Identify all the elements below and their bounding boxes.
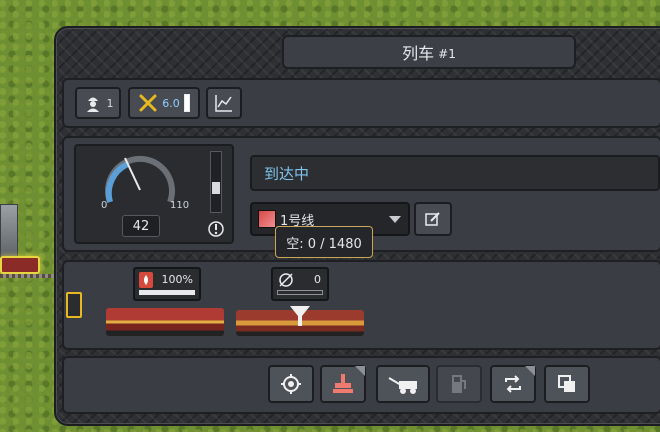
fuel-pump-icon xyxy=(452,375,466,393)
copy-icon xyxy=(558,375,575,392)
chart-icon xyxy=(215,95,232,112)
reverse-icon xyxy=(505,375,521,393)
vehicle-list-toggle[interactable] xyxy=(66,292,82,318)
reverse-button[interactable] xyxy=(490,365,536,403)
locate-button[interactable] xyxy=(268,365,314,403)
target-icon xyxy=(281,374,301,394)
wagon-load: 0 xyxy=(314,273,321,286)
emergency-brake-button[interactable] xyxy=(205,218,227,240)
load-bar xyxy=(277,290,323,295)
passengers-count: 1 xyxy=(106,96,114,110)
passengers-button[interactable]: 1 xyxy=(75,87,121,119)
locomotive-label: 100% xyxy=(133,267,201,301)
throttle-handle[interactable] xyxy=(212,182,220,194)
wagon-label: 0 xyxy=(271,267,329,301)
fire-icon xyxy=(139,272,153,288)
chevron-down-icon xyxy=(389,216,401,223)
paint-icon xyxy=(333,374,353,393)
unload-funnel-icon xyxy=(290,306,310,326)
clone-button[interactable] xyxy=(544,365,590,403)
statistics-button[interactable] xyxy=(206,87,242,119)
warning-icon xyxy=(208,221,224,237)
worker-icon xyxy=(86,97,99,112)
gauge-min-label: 0 xyxy=(101,200,108,211)
wrench-icon xyxy=(139,94,157,112)
edit-line-button[interactable] xyxy=(414,202,452,236)
window-title-bar[interactable]: 列车 #1 xyxy=(282,35,576,69)
empty-icon xyxy=(279,273,293,287)
capacity-tooltip: 空: 0 / 1480 xyxy=(275,226,373,258)
fuel-bar xyxy=(139,290,195,295)
tow-truck-icon xyxy=(388,377,417,394)
condition-button[interactable]: 6.0 xyxy=(128,87,200,119)
send-to-depot-button[interactable] xyxy=(376,365,430,403)
throttle-slider[interactable] xyxy=(210,151,222,213)
window-number: #1 xyxy=(438,46,456,61)
window-title: 列车 xyxy=(402,44,435,63)
edit-icon xyxy=(425,212,440,226)
paint-button[interactable] xyxy=(320,365,366,403)
fuel-percent: 100% xyxy=(161,273,193,286)
gauge-max-label: 110 xyxy=(170,200,190,211)
condition-value: 6.0 xyxy=(162,96,180,110)
line-color-swatch xyxy=(258,210,276,228)
map-track xyxy=(0,274,56,278)
map-train[interactable] xyxy=(0,256,40,274)
condition-bar xyxy=(183,94,190,112)
speed-readout: 42 xyxy=(122,215,160,237)
refuel-button[interactable] xyxy=(436,365,482,403)
locomotive-sprite[interactable] xyxy=(106,308,224,336)
status-text: 到达中 xyxy=(250,155,660,191)
map-building xyxy=(0,204,18,258)
